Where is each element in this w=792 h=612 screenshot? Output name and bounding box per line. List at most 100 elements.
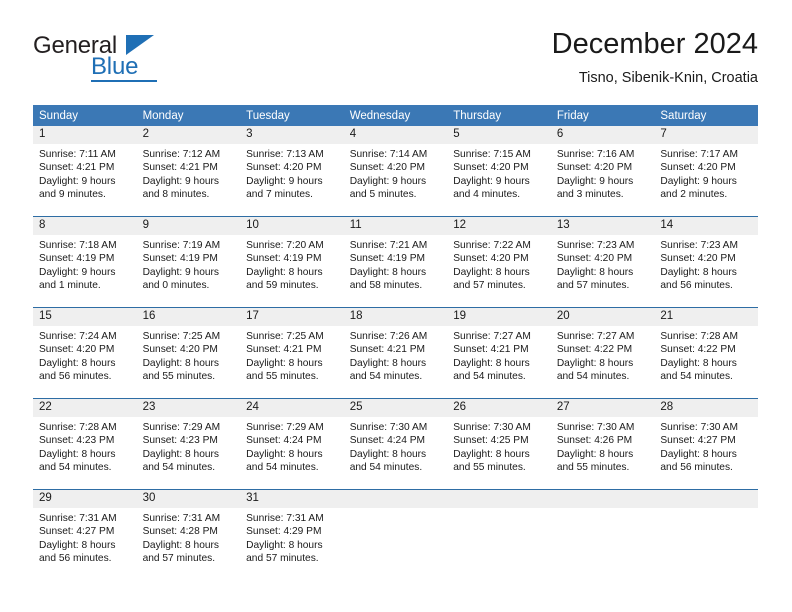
- calendar-day-cell[interactable]: 21 Sunrise: 7:28 AM Sunset: 4:22 PM Dayligh…: [654, 307, 758, 399]
- day-number: 31: [240, 490, 344, 508]
- sunset-text: Sunset: 4:22 PM: [660, 344, 736, 356]
- calendar-day-cell[interactable]: 11 Sunrise: 7:21 AM Sunset: 4:19 PM Dayligh…: [343, 216, 448, 308]
- day-number: [550, 490, 655, 508]
- sunset-text: Sunset: 4:20 PM: [246, 162, 322, 174]
- daylight-text: Daylight: 9 hours and 7 minutes.: [246, 175, 323, 201]
- calendar-day-cell[interactable]: 8 Sunrise: 7:18 AM Sunset: 4:19 PM Daylight…: [33, 216, 137, 308]
- calendar-day-cell[interactable]: 9 Sunrise: 7:19 AM Sunset: 4:19 PM Daylight…: [136, 216, 241, 308]
- sunrise-text: Sunrise: 7:23 AM: [660, 240, 738, 251]
- day-details: Sunrise: 7:28 AM Sunset: 4:23 PM Daylight:…: [33, 417, 137, 475]
- daylight-text: Daylight: 9 hours and 9 minutes.: [39, 175, 116, 201]
- day-number: 28: [654, 399, 758, 417]
- calendar-day-cell[interactable]: 15 Sunrise: 7:24 AM Sunset: 4:20 PM Dayligh…: [33, 307, 137, 399]
- calendar-week-row: 15 Sunrise: 7:24 AM Sunset: 4:20 PM Dayligh…: [33, 307, 758, 399]
- page-subtitle: Tisno, Sibenik-Knin, Croatia: [578, 70, 758, 86]
- calendar-day-cell[interactable]: 22 Sunrise: 7:28 AM Sunset: 4:23 PM Dayligh…: [33, 398, 137, 490]
- calendar-day-cell[interactable]: 25 Sunrise: 7:30 AM Sunset: 4:24 PM Dayligh…: [343, 398, 448, 490]
- daylight-text: Daylight: 8 hours and 54 minutes.: [39, 448, 116, 474]
- day-number: [654, 490, 758, 508]
- calendar-day-cell[interactable]: 5 Sunrise: 7:15 AM Sunset: 4:20 PM Daylight…: [447, 126, 551, 217]
- calendar-day-cell[interactable]: 14 Sunrise: 7:23 AM Sunset: 4:20 PM Dayligh…: [654, 216, 758, 308]
- sunset-text: Sunset: 4:22 PM: [556, 344, 633, 356]
- day-details: Sunrise: 7:23 AM Sunset: 4:20 PM Daylight:…: [654, 235, 758, 293]
- calendar-day-cell[interactable]: 28 Sunrise: 7:30 AM Sunset: 4:27 PM Dayligh…: [654, 398, 758, 490]
- daylight-text: Daylight: 8 hours and 56 minutes.: [39, 357, 116, 383]
- logo-text-blue: Blue: [91, 53, 139, 80]
- sunset-text: Sunset: 4:20 PM: [453, 162, 529, 174]
- sunrise-text: Sunrise: 7:27 AM: [556, 331, 635, 342]
- title-block: December 2024 Tisno, Sibenik-Knin, Croat…: [552, 26, 758, 88]
- sunrise-text: Sunrise: 7:15 AM: [453, 149, 531, 160]
- sunrise-text: Sunrise: 7:17 AM: [660, 149, 738, 160]
- sunrise-text: Sunrise: 7:14 AM: [349, 149, 428, 160]
- calendar-day-cell[interactable]: 24 Sunrise: 7:29 AM Sunset: 4:24 PM Dayligh…: [240, 398, 344, 490]
- daylight-text: Daylight: 8 hours and 55 minutes.: [556, 448, 634, 474]
- day-number: [447, 490, 551, 508]
- daylight-text: Daylight: 8 hours and 56 minutes.: [39, 539, 116, 565]
- sunset-text: Sunset: 4:21 PM: [246, 344, 322, 356]
- day-number: 14: [654, 217, 758, 235]
- sunset-text: Sunset: 4:20 PM: [39, 344, 115, 356]
- calendar-day-cell[interactable]: 10 Sunrise: 7:20 AM Sunset: 4:19 PM Dayligh…: [240, 216, 344, 308]
- sunset-text: Sunset: 4:27 PM: [660, 435, 736, 447]
- sunrise-text: Sunrise: 7:30 AM: [660, 422, 738, 433]
- day-number: 26: [447, 399, 551, 417]
- sunset-text: Sunset: 4:20 PM: [660, 253, 736, 265]
- calendar-day-cell[interactable]: 31 Sunrise: 7:31 AM Sunset: 4:29 PM Dayligh…: [240, 489, 344, 580]
- day-number: 3: [240, 126, 344, 144]
- calendar-day-cell[interactable]: 29 Sunrise: 7:31 AM Sunset: 4:27 PM Dayligh…: [33, 489, 137, 580]
- calendar-day-cell[interactable]: 18 Sunrise: 7:26 AM Sunset: 4:21 PM Dayligh…: [343, 307, 448, 399]
- day-number: 17: [240, 308, 344, 326]
- calendar-day-cell-empty: [343, 489, 448, 580]
- weekday-header-friday: Friday: [550, 105, 655, 126]
- calendar-day-cell[interactable]: 3 Sunrise: 7:13 AM Sunset: 4:20 PM Daylight…: [240, 126, 344, 217]
- day-number: 21: [654, 308, 758, 326]
- sunrise-text: Sunrise: 7:30 AM: [349, 422, 428, 433]
- sunset-text: Sunset: 4:21 PM: [39, 162, 115, 174]
- calendar-day-cell[interactable]: 4 Sunrise: 7:14 AM Sunset: 4:20 PM Daylight…: [343, 126, 448, 217]
- calendar-day-cell[interactable]: 20 Sunrise: 7:27 AM Sunset: 4:22 PM Dayligh…: [550, 307, 655, 399]
- day-details: Sunrise: 7:22 AM Sunset: 4:20 PM Daylight:…: [447, 235, 551, 293]
- calendar-day-cell[interactable]: 30 Sunrise: 7:31 AM Sunset: 4:28 PM Dayligh…: [136, 489, 241, 580]
- daylight-text: Daylight: 8 hours and 54 minutes.: [556, 357, 634, 383]
- daylight-text: Daylight: 8 hours and 59 minutes.: [246, 266, 323, 292]
- weekday-header-tuesday: Tuesday: [240, 105, 344, 126]
- daylight-text: Daylight: 8 hours and 54 minutes.: [349, 357, 427, 383]
- calendar-table: Sunday Monday Tuesday Wednesday Thursday…: [33, 105, 758, 580]
- calendar-day-cell[interactable]: 2 Sunrise: 7:12 AM Sunset: 4:21 PM Daylight…: [136, 126, 241, 217]
- daylight-text: Daylight: 8 hours and 58 minutes.: [349, 266, 427, 292]
- calendar-day-cell[interactable]: 6 Sunrise: 7:16 AM Sunset: 4:20 PM Daylight…: [550, 126, 655, 217]
- sunset-text: Sunset: 4:19 PM: [39, 253, 115, 265]
- calendar-day-cell[interactable]: 12 Sunrise: 7:22 AM Sunset: 4:20 PM Dayligh…: [447, 216, 551, 308]
- calendar-header-row: Sunday Monday Tuesday Wednesday Thursday…: [33, 105, 758, 126]
- sunrise-text: Sunrise: 7:27 AM: [453, 331, 531, 342]
- day-number: 11: [343, 217, 448, 235]
- day-number: 12: [447, 217, 551, 235]
- sunset-text: Sunset: 4:24 PM: [246, 435, 322, 447]
- calendar-day-cell[interactable]: 16 Sunrise: 7:25 AM Sunset: 4:20 PM Dayligh…: [136, 307, 241, 399]
- calendar-day-cell[interactable]: 27 Sunrise: 7:30 AM Sunset: 4:26 PM Dayligh…: [550, 398, 655, 490]
- day-number: [343, 490, 448, 508]
- calendar-day-cell[interactable]: 23 Sunrise: 7:29 AM Sunset: 4:23 PM Dayligh…: [136, 398, 241, 490]
- sunrise-text: Sunrise: 7:12 AM: [142, 149, 221, 160]
- calendar-day-cell[interactable]: 7 Sunrise: 7:17 AM Sunset: 4:20 PM Daylight…: [654, 126, 758, 217]
- day-number: 18: [343, 308, 448, 326]
- day-details: Sunrise: 7:28 AM Sunset: 4:22 PM Daylight:…: [654, 326, 758, 384]
- calendar-day-cell[interactable]: 13 Sunrise: 7:23 AM Sunset: 4:20 PM Dayligh…: [550, 216, 655, 308]
- calendar-day-cell[interactable]: 1 Sunrise: 7:11 AM Sunset: 4:21 PM Daylight…: [33, 126, 137, 217]
- day-number: 7: [654, 126, 758, 144]
- sunrise-text: Sunrise: 7:31 AM: [39, 513, 117, 524]
- day-details: Sunrise: 7:31 AM Sunset: 4:29 PM Daylight:…: [240, 508, 344, 566]
- day-details: Sunrise: 7:25 AM Sunset: 4:20 PM Daylight:…: [137, 326, 241, 384]
- day-number: 1: [33, 126, 137, 144]
- calendar-day-cell[interactable]: 17 Sunrise: 7:25 AM Sunset: 4:21 PM Dayligh…: [240, 307, 344, 399]
- sunrise-text: Sunrise: 7:13 AM: [246, 149, 324, 160]
- sunrise-text: Sunrise: 7:21 AM: [349, 240, 428, 251]
- calendar-day-cell[interactable]: 19 Sunrise: 7:27 AM Sunset: 4:21 PM Dayligh…: [447, 307, 551, 399]
- sunset-text: Sunset: 4:19 PM: [349, 253, 426, 265]
- calendar-day-cell[interactable]: 26 Sunrise: 7:30 AM Sunset: 4:25 PM Dayligh…: [447, 398, 551, 490]
- daylight-text: Daylight: 9 hours and 4 minutes.: [453, 175, 530, 201]
- sunset-text: Sunset: 4:20 PM: [556, 162, 633, 174]
- logo-underline: [91, 80, 157, 82]
- sunset-text: Sunset: 4:20 PM: [660, 162, 736, 174]
